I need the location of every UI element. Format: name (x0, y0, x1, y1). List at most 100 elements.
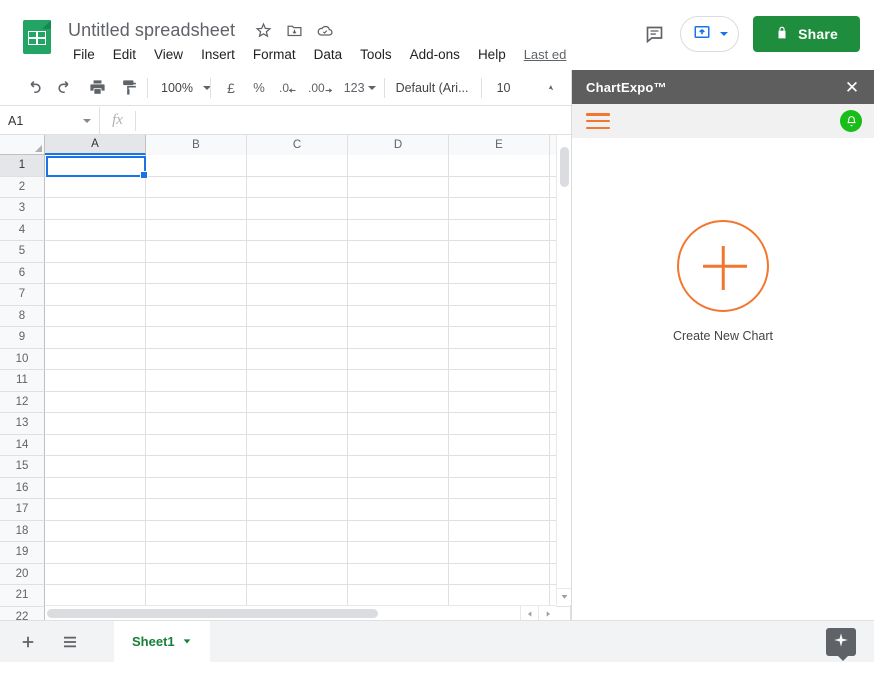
row-header-7[interactable]: 7 (0, 284, 45, 306)
cell-C2[interactable] (247, 176, 348, 198)
move-to-folder-icon[interactable] (285, 21, 303, 39)
increase-decimal-button[interactable]: .00 (305, 75, 336, 101)
cell-E7[interactable] (449, 284, 550, 306)
zoom-selector[interactable]: 100% (153, 75, 211, 101)
scroll-right-arrow[interactable] (538, 606, 556, 621)
present-button[interactable] (680, 16, 740, 52)
menu-data[interactable]: Data (305, 44, 352, 65)
cell-A11[interactable] (45, 370, 146, 392)
cell-A19[interactable] (45, 542, 146, 564)
row-header-10[interactable]: 10 (0, 348, 45, 370)
menu-view[interactable]: View (145, 44, 192, 65)
percent-format-button[interactable]: % (248, 75, 270, 101)
cell-D7[interactable] (348, 284, 449, 306)
share-button[interactable]: Share (753, 16, 860, 52)
row-header-14[interactable]: 14 (0, 434, 45, 456)
cell-E16[interactable] (449, 477, 550, 499)
sheets-logo-icon[interactable] (18, 18, 56, 56)
horizontal-scrollbar-thumb[interactable] (47, 609, 378, 618)
cell-E8[interactable] (449, 305, 550, 327)
cell-A9[interactable] (45, 327, 146, 349)
cell-C9[interactable] (247, 327, 348, 349)
cell-B7[interactable] (146, 284, 247, 306)
sheet-tab-sheet1[interactable]: Sheet1 (114, 620, 210, 663)
menu-edit[interactable]: Edit (104, 44, 145, 65)
cell-D4[interactable] (348, 219, 449, 241)
cell-C12[interactable] (247, 391, 348, 413)
cell-B8[interactable] (146, 305, 247, 327)
cell-A13[interactable] (45, 413, 146, 435)
cell-E14[interactable] (449, 434, 550, 456)
cell-B1[interactable] (146, 155, 247, 177)
name-box[interactable]: A1 (0, 106, 100, 135)
cell-D17[interactable] (348, 499, 449, 521)
column-header-e[interactable]: E (449, 135, 550, 155)
cell-E5[interactable] (449, 241, 550, 263)
scroll-left-arrow[interactable] (520, 606, 538, 621)
row-header-2[interactable]: 2 (0, 176, 45, 198)
cell-D11[interactable] (348, 370, 449, 392)
close-icon[interactable]: ✕ (842, 77, 862, 97)
cell-D1[interactable] (348, 155, 449, 177)
sheet-tab-caret-icon[interactable] (182, 634, 192, 649)
menu-insert[interactable]: Insert (192, 44, 244, 65)
cell-C14[interactable] (247, 434, 348, 456)
row-header-1[interactable]: 1 (0, 155, 45, 177)
cell-D10[interactable] (348, 348, 449, 370)
cell-C3[interactable] (247, 198, 348, 220)
cell-B6[interactable] (146, 262, 247, 284)
cell-E11[interactable] (449, 370, 550, 392)
row-header-13[interactable]: 13 (0, 413, 45, 435)
column-header-b[interactable]: B (146, 135, 247, 155)
cell-D2[interactable] (348, 176, 449, 198)
cell-B11[interactable] (146, 370, 247, 392)
cell-E9[interactable] (449, 327, 550, 349)
row-header-17[interactable]: 17 (0, 499, 45, 521)
cell-C19[interactable] (247, 542, 348, 564)
cell-C21[interactable] (247, 585, 348, 607)
cell-A21[interactable] (45, 585, 146, 607)
menu-tools[interactable]: Tools (351, 44, 401, 65)
cell-E2[interactable] (449, 176, 550, 198)
cell-A17[interactable] (45, 499, 146, 521)
horizontal-scrollbar[interactable] (45, 605, 556, 621)
cell-C17[interactable] (247, 499, 348, 521)
cell-A16[interactable] (45, 477, 146, 499)
cell-D19[interactable] (348, 542, 449, 564)
cell-D9[interactable] (348, 327, 449, 349)
cell-B19[interactable] (146, 542, 247, 564)
menu-file[interactable]: File (68, 44, 104, 65)
cell-C8[interactable] (247, 305, 348, 327)
name-box-caret-icon[interactable] (83, 118, 91, 123)
cell-C20[interactable] (247, 563, 348, 585)
add-sheet-icon[interactable] (14, 628, 42, 656)
cell-D13[interactable] (348, 413, 449, 435)
cell-E13[interactable] (449, 413, 550, 435)
cell-A7[interactable] (45, 284, 146, 306)
cell-B12[interactable] (146, 391, 247, 413)
cell-A8[interactable] (45, 305, 146, 327)
present-dropdown-caret[interactable] (720, 32, 729, 36)
font-size-stepper-icon[interactable] (535, 75, 561, 101)
explore-button[interactable] (826, 628, 856, 661)
formula-input[interactable] (136, 107, 571, 135)
hamburger-menu-icon[interactable] (586, 113, 610, 129)
vertical-scrollbar-thumb[interactable] (560, 147, 569, 187)
cell-C7[interactable] (247, 284, 348, 306)
number-format-button[interactable]: 123 (341, 75, 379, 101)
cell-C4[interactable] (247, 219, 348, 241)
cloud-saved-icon[interactable] (316, 21, 334, 39)
cell-E15[interactable] (449, 456, 550, 478)
cell-B10[interactable] (146, 348, 247, 370)
row-header-9[interactable]: 9 (0, 327, 45, 349)
cell-A12[interactable] (45, 391, 146, 413)
cell-A20[interactable] (45, 563, 146, 585)
cell-B4[interactable] (146, 219, 247, 241)
scroll-down-arrow[interactable] (556, 588, 571, 604)
cell-E6[interactable] (449, 262, 550, 284)
cell-E18[interactable] (449, 520, 550, 542)
cell-E19[interactable] (449, 542, 550, 564)
cell-B9[interactable] (146, 327, 247, 349)
row-header-5[interactable]: 5 (0, 241, 45, 263)
all-sheets-icon[interactable] (56, 628, 84, 656)
